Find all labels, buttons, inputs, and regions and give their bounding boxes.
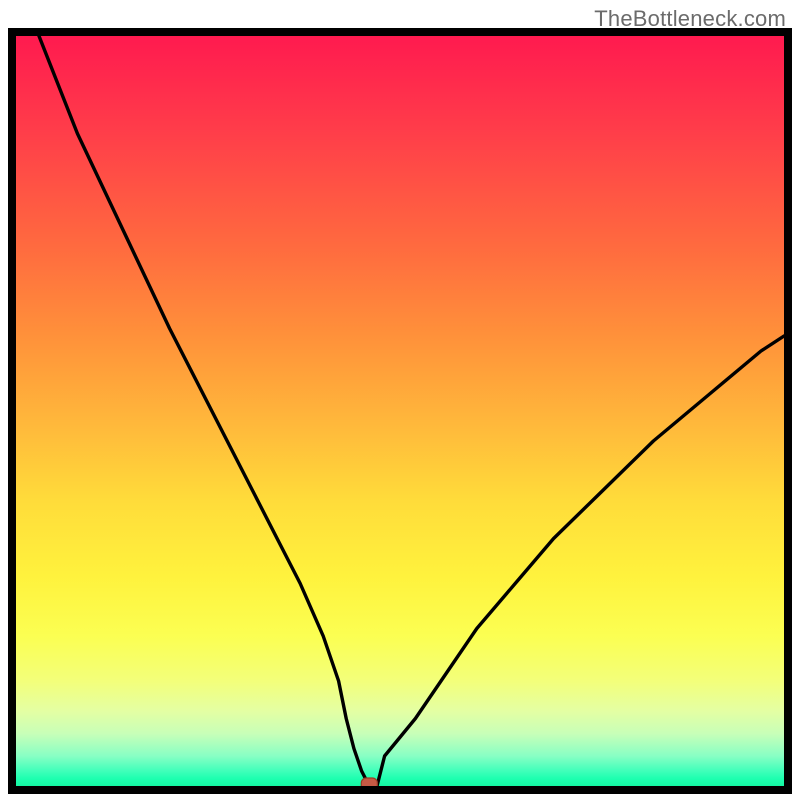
bottleneck-curve: [39, 36, 784, 786]
chart-frame: [8, 28, 792, 794]
optimum-marker: [361, 778, 377, 786]
chart-svg: [16, 36, 784, 786]
chart-container: TheBottleneck.com: [0, 0, 800, 800]
